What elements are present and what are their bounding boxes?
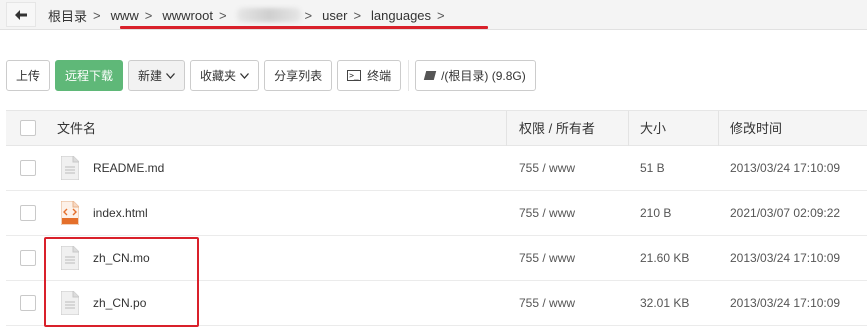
breadcrumb-languages[interactable]: languages — [363, 8, 433, 23]
file-mtime: 2021/03/07 02:09:22 — [730, 206, 841, 220]
file-table: 文件名 权限 / 所有者 大小 修改时间 README.md 755 / www… — [6, 110, 867, 326]
disk-icon — [423, 71, 437, 80]
chevron-down-icon — [166, 72, 176, 79]
breadcrumb-bar: 根目录 > www > wwwroot > > user > languages… — [0, 0, 867, 30]
breadcrumb-root[interactable]: 根目录 — [40, 6, 89, 25]
table-row[interactable]: zh_CN.po 755 / www 32.01 KB 2013/03/24 1… — [6, 281, 867, 326]
table-row[interactable]: README.md 755 / www 51 B 2013/03/24 17:1… — [6, 146, 867, 191]
upload-button[interactable]: 上传 — [6, 60, 51, 91]
column-header-mtime[interactable]: 修改时间 — [730, 111, 782, 146]
column-divider — [718, 111, 719, 146]
toolbar: 上传 远程下载 新建 收藏夹 分享列表 >_ 终端 /(根目录) (9.8G) — [6, 60, 541, 91]
text-file-icon — [61, 246, 79, 270]
file-perm[interactable]: 755 / www — [519, 281, 575, 326]
file-perm[interactable]: 755 / www — [519, 146, 575, 191]
toolbar-divider — [408, 60, 410, 91]
breadcrumb-user[interactable]: user — [314, 8, 349, 23]
html-file-icon — [61, 201, 79, 225]
column-divider — [506, 111, 507, 146]
breadcrumb-separator: > — [93, 7, 101, 23]
breadcrumb-www[interactable]: www — [103, 8, 141, 23]
breadcrumb-redacted[interactable] — [236, 8, 301, 22]
remote-download-button[interactable]: 远程下载 — [55, 60, 124, 91]
breadcrumb-separator: > — [353, 7, 362, 23]
file-name[interactable]: zh_CN.mo — [93, 236, 150, 281]
file-perm[interactable]: 755 / www — [519, 236, 575, 281]
breadcrumb-separator: > — [218, 7, 227, 23]
row-checkbox[interactable] — [20, 295, 36, 311]
row-checkbox[interactable] — [20, 250, 36, 266]
favorites-button-label: 收藏夹 — [200, 69, 237, 83]
breadcrumb-wwwroot[interactable]: wwwroot — [154, 8, 215, 23]
breadcrumb-separator: > — [437, 7, 445, 23]
table-row[interactable]: index.html 755 / www 210 B 2021/03/07 02… — [6, 191, 867, 236]
file-name[interactable]: index.html — [93, 191, 148, 236]
row-checkbox[interactable] — [20, 160, 36, 176]
text-file-icon — [61, 291, 79, 315]
column-header-perm[interactable]: 权限 / 所有者 — [519, 111, 595, 146]
file-size: 210 B — [640, 206, 672, 220]
column-header-size[interactable]: 大小 — [640, 111, 666, 146]
new-button[interactable]: 新建 — [128, 60, 186, 91]
terminal-icon: >_ — [347, 70, 362, 81]
file-mtime: 2013/03/24 17:10:09 — [730, 161, 841, 175]
disk-button-label: /(根目录) (9.8G) — [441, 69, 526, 83]
arrow-left-icon — [15, 9, 27, 20]
text-file-icon — [61, 156, 79, 180]
file-mtime: 2013/03/24 17:10:09 — [730, 296, 841, 310]
terminal-button[interactable]: >_ 终端 — [337, 60, 402, 91]
share-list-button[interactable]: 分享列表 — [264, 60, 333, 91]
file-mtime: 2013/03/24 17:10:09 — [730, 251, 841, 265]
table-row[interactable]: zh_CN.mo 755 / www 21.60 KB 2013/03/24 1… — [6, 236, 867, 281]
row-checkbox[interactable] — [20, 205, 36, 221]
chevron-down-icon — [240, 72, 250, 79]
file-size: 51 B — [640, 161, 665, 175]
file-perm[interactable]: 755 / www — [519, 191, 575, 236]
file-size: 21.60 KB — [640, 251, 690, 265]
back-button[interactable] — [6, 2, 36, 27]
column-header-name[interactable]: 文件名 — [57, 111, 96, 146]
file-name[interactable]: README.md — [93, 146, 164, 191]
highlight-underline — [120, 26, 488, 29]
disk-button[interactable]: /(根目录) (9.8G) — [415, 60, 536, 91]
file-name[interactable]: zh_CN.po — [93, 281, 146, 326]
column-divider — [628, 111, 629, 146]
terminal-button-label: 终端 — [367, 69, 392, 83]
new-button-label: 新建 — [138, 69, 163, 83]
select-all-checkbox[interactable] — [20, 120, 36, 136]
file-size: 32.01 KB — [640, 296, 690, 310]
table-header: 文件名 权限 / 所有者 大小 修改时间 — [6, 110, 867, 146]
favorites-button[interactable]: 收藏夹 — [190, 60, 260, 91]
breadcrumb-separator: > — [304, 7, 313, 23]
breadcrumb-separator: > — [144, 7, 153, 23]
